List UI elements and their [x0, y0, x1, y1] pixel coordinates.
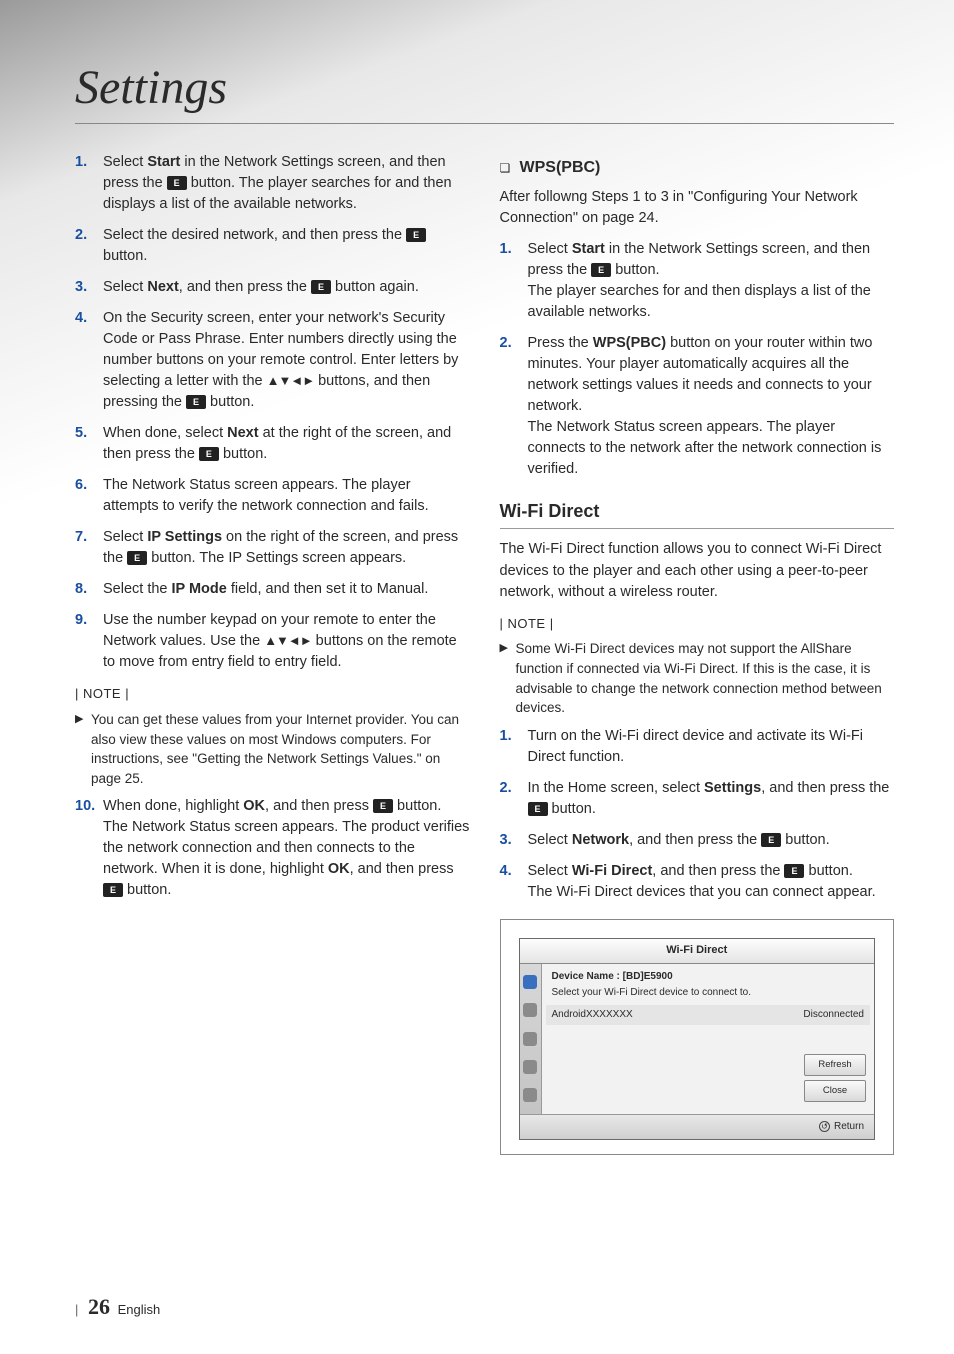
enter-icon: E — [199, 447, 219, 461]
step-num: 2. — [75, 225, 103, 267]
step-body: Select Start in the Network Settings scr… — [528, 239, 895, 323]
note-header: | NOTE | — [500, 615, 895, 634]
enter-icon: E — [761, 833, 781, 847]
step-body: Use the number keypad on your remote to … — [103, 610, 470, 673]
left-column: 1.Select Start in the Network Settings s… — [75, 152, 470, 1155]
close-button[interactable]: Close — [804, 1080, 866, 1102]
shot-device-status: Disconnected — [803, 1008, 864, 1023]
wifi-direct-intro: The Wi-Fi Direct function allows you to … — [500, 539, 895, 602]
wifi-direct-screenshot: Wi-Fi Direct Device Name : [BD]E5900 Sel… — [500, 919, 895, 1155]
dpad-arrows-icon: ▲▼◄► — [267, 373, 314, 388]
note-header: | NOTE | — [75, 685, 470, 704]
step-num: 3. — [500, 830, 528, 851]
step-body: Press the WPS(PBC) button on your router… — [528, 333, 895, 480]
enter-icon: E — [528, 802, 548, 816]
step-body: When done, select Next at the right of t… — [103, 423, 470, 465]
wps-title: WPS(PBC) — [520, 156, 601, 179]
enter-icon: E — [103, 883, 123, 897]
return-label[interactable]: Return — [834, 1120, 864, 1135]
step-body: Turn on the Wi-Fi direct device and acti… — [528, 726, 895, 768]
shot-device-row[interactable]: AndroidXXXXXXX Disconnected — [546, 1005, 871, 1026]
shot-sidebar — [520, 964, 542, 1114]
step-num: 2. — [500, 778, 528, 820]
step-body: When done, highlight OK, and then press … — [103, 796, 470, 901]
wifi-direct-header: Wi-Fi Direct — [500, 498, 895, 529]
wps-intro: After followng Steps 1 to 3 in "Configur… — [500, 187, 895, 229]
enter-icon: E — [127, 551, 147, 565]
enter-icon: E — [784, 864, 804, 878]
step-num: 9. — [75, 610, 103, 673]
step-num: 1. — [75, 152, 103, 215]
page-title: Settings — [75, 60, 894, 124]
step-body: Select IP Settings on the right of the s… — [103, 527, 470, 569]
step-body: On the Security screen, enter your netwo… — [103, 308, 470, 413]
return-icon: ↺ — [819, 1121, 830, 1132]
step-num: 4. — [500, 861, 528, 903]
enter-icon: E — [373, 799, 393, 813]
shot-instruction: Select your Wi-Fi Direct device to conne… — [552, 986, 865, 1001]
refresh-button[interactable]: Refresh — [804, 1054, 866, 1076]
step-body: Select Next, and then press the E button… — [103, 277, 470, 298]
bullet-arrow-icon: ▶ — [500, 639, 516, 717]
step-num: 8. — [75, 579, 103, 600]
note-text: You can get these values from your Inter… — [91, 710, 470, 788]
bullet-arrow-icon: ▶ — [75, 710, 91, 788]
step-num: 3. — [75, 277, 103, 298]
wps-subheader: ❏ WPS(PBC) — [500, 156, 895, 179]
shot-main: Device Name : [BD]E5900 Select your Wi-F… — [542, 964, 875, 1114]
two-column-layout: 1.Select Start in the Network Settings s… — [75, 152, 894, 1155]
page-language: English — [118, 1302, 161, 1317]
steps-a: 1.Select Start in the Network Settings s… — [75, 152, 470, 673]
page-footer: | 26 English — [75, 1294, 160, 1320]
step-body: Select the IP Mode field, and then set i… — [103, 579, 470, 600]
shot-title: Wi-Fi Direct — [520, 939, 875, 964]
step-num: 6. — [75, 475, 103, 517]
note-item: ▶ Some Wi-Fi Direct devices may not supp… — [500, 639, 895, 717]
sidebar-icon[interactable] — [523, 975, 537, 989]
page-number: 26 — [88, 1294, 110, 1319]
enter-icon: E — [311, 280, 331, 294]
step-num: 1. — [500, 726, 528, 768]
step-num: 10. — [75, 796, 103, 901]
sidebar-icon[interactable] — [523, 1060, 537, 1074]
right-column: ❏ WPS(PBC) After followng Steps 1 to 3 i… — [500, 152, 895, 1155]
step-body: Select Network, and then press the E but… — [528, 830, 895, 851]
step-body: The Network Status screen appears. The p… — [103, 475, 470, 517]
step-body: Select Wi-Fi Direct, and then press the … — [528, 861, 895, 903]
step-num: 1. — [500, 239, 528, 323]
step-body: Select Start in the Network Settings scr… — [103, 152, 470, 215]
sidebar-icon[interactable] — [523, 1003, 537, 1017]
step-num: 2. — [500, 333, 528, 480]
dpad-arrows-icon: ▲▼◄► — [264, 633, 311, 648]
shot-footer: ↺ Return — [520, 1114, 875, 1140]
enter-icon: E — [186, 395, 206, 409]
step-body: In the Home screen, select Settings, and… — [528, 778, 895, 820]
enter-icon: E — [591, 263, 611, 277]
sidebar-icon[interactable] — [523, 1088, 537, 1102]
shot-device-label: AndroidXXXXXXX — [552, 1008, 633, 1023]
shot-device-name: Device Name : [BD]E5900 — [552, 970, 865, 985]
step-num: 5. — [75, 423, 103, 465]
step-body: Select the desired network, and then pre… — [103, 225, 470, 267]
sub-bullet-icon: ❏ — [500, 160, 520, 177]
step-num: 4. — [75, 308, 103, 413]
note-item: ▶ You can get these values from your Int… — [75, 710, 470, 788]
step-num: 7. — [75, 527, 103, 569]
note-text: Some Wi-Fi Direct devices may not suppor… — [516, 639, 895, 717]
steps-b: 10.When done, highlight OK, and then pre… — [75, 796, 470, 901]
enter-icon: E — [167, 176, 187, 190]
enter-icon: E — [406, 228, 426, 242]
sidebar-icon[interactable] — [523, 1032, 537, 1046]
